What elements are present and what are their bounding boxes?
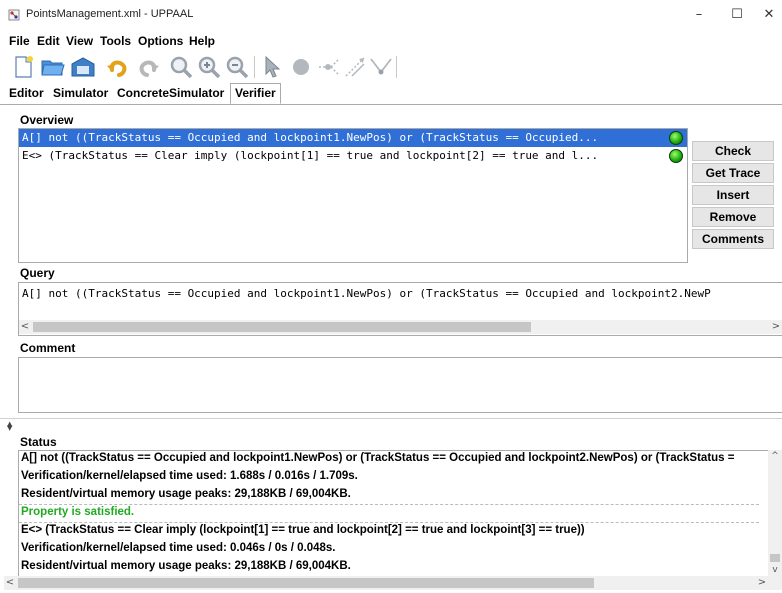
- zoom-icon[interactable]: [168, 54, 194, 80]
- scroll-right-icon[interactable]: >: [770, 320, 782, 334]
- status-separator: [19, 504, 759, 505]
- splitter-grip-icon[interactable]: ▲ ▼: [7, 421, 12, 432]
- location-icon[interactable]: [288, 54, 314, 80]
- query-horizontal-scrollbar[interactable]: < >: [19, 320, 782, 334]
- new-icon[interactable]: [10, 54, 36, 80]
- branch-icon[interactable]: [316, 54, 342, 80]
- comments-button[interactable]: Comments: [692, 229, 774, 249]
- query-list-item-text: A[] not ((TrackStatus == Occupied and lo…: [22, 131, 599, 144]
- scroll-up-icon[interactable]: ^: [768, 450, 782, 462]
- status-line: Resident/virtual memory usage peaks: 29,…: [21, 560, 351, 572]
- property-satisfied-text: Property is satisfied.: [21, 506, 135, 518]
- open-icon[interactable]: [40, 54, 66, 80]
- comment-title: Comment: [20, 341, 76, 355]
- zoom-in-icon[interactable]: [196, 54, 222, 80]
- tab-simulator[interactable]: Simulator: [53, 86, 108, 100]
- undo-icon[interactable]: [104, 54, 130, 80]
- status-separator: [19, 522, 759, 523]
- uppaal-app-icon: [8, 9, 20, 21]
- status-line: A[] not ((TrackStatus == Occupied and lo…: [21, 452, 735, 464]
- menu-options[interactable]: Options: [138, 34, 183, 48]
- query-list-item[interactable]: A[] not ((TrackStatus == Occupied and lo…: [19, 129, 687, 147]
- scrollbar-thumb[interactable]: [770, 554, 780, 562]
- menu-edit[interactable]: Edit: [37, 34, 60, 48]
- status-horizontal-scrollbar[interactable]: < >: [4, 576, 782, 590]
- tab-verifier[interactable]: Verifier: [230, 83, 281, 104]
- satisfied-status-icon: [669, 149, 683, 163]
- comment-editor[interactable]: [18, 357, 782, 413]
- get-trace-button[interactable]: Get Trace: [692, 163, 774, 183]
- query-list-item-text: E<> (TrackStatus == Clear imply (lockpoi…: [22, 149, 599, 162]
- zoom-out-icon[interactable]: [224, 54, 250, 80]
- scrollbar-thumb[interactable]: [18, 578, 594, 588]
- status-title: Status: [20, 435, 57, 449]
- menu-file[interactable]: File: [9, 34, 30, 48]
- scroll-down-icon[interactable]: v: [768, 564, 782, 576]
- tab-editor[interactable]: Editor: [9, 86, 44, 100]
- insert-button[interactable]: Insert: [692, 185, 774, 205]
- toolbar: [0, 52, 782, 82]
- menu-tools[interactable]: Tools: [100, 34, 131, 48]
- query-title: Query: [20, 266, 55, 280]
- minimize-button[interactable]: –: [680, 4, 718, 26]
- menu-help[interactable]: Help: [189, 34, 215, 48]
- window-title: PointsManagement.xml - UPPAAL: [26, 8, 194, 20]
- query-text: A[] not ((TrackStatus == Occupied and lo…: [22, 287, 711, 300]
- status-line: Verification/kernel/elapsed time used: 0…: [21, 542, 336, 554]
- check-button[interactable]: Check: [692, 141, 774, 161]
- save-icon[interactable]: [70, 54, 96, 80]
- status-vertical-scrollbar[interactable]: ^ v: [768, 450, 782, 576]
- select-icon[interactable]: [260, 54, 286, 80]
- status-log[interactable]: A[] not ((TrackStatus == Occupied and lo…: [18, 450, 782, 580]
- panel-splitter[interactable]: ▲ ▼: [0, 418, 782, 432]
- satisfied-status-icon: [669, 131, 683, 145]
- scroll-left-icon[interactable]: <: [19, 320, 31, 334]
- menu-view[interactable]: View: [66, 34, 93, 48]
- query-list-item[interactable]: E<> (TrackStatus == Clear imply (lockpoi…: [19, 147, 687, 165]
- scroll-right-icon[interactable]: >: [756, 576, 768, 590]
- query-list[interactable]: A[] not ((TrackStatus == Occupied and lo…: [18, 128, 688, 263]
- toolbar-divider: [396, 56, 397, 78]
- tab-bar: Editor Simulator ConcreteSimulator Verif…: [0, 83, 782, 105]
- scroll-left-icon[interactable]: <: [4, 576, 16, 590]
- edge-icon[interactable]: [342, 54, 368, 80]
- status-line: E<> (TrackStatus == Clear imply (lockpoi…: [21, 524, 585, 536]
- title-bar: PointsManagement.xml - UPPAAL – ☐ ✕: [0, 0, 782, 30]
- close-button[interactable]: ✕: [750, 4, 782, 26]
- tab-concrete-simulator[interactable]: ConcreteSimulator: [117, 86, 224, 100]
- redo-icon[interactable]: [136, 54, 162, 80]
- toolbar-divider: [254, 56, 255, 78]
- overview-title: Overview: [20, 113, 74, 127]
- nail-icon[interactable]: [368, 54, 394, 80]
- status-line: Verification/kernel/elapsed time used: 1…: [21, 470, 358, 482]
- remove-button[interactable]: Remove: [692, 207, 774, 227]
- status-line: Resident/virtual memory usage peaks: 29,…: [21, 488, 351, 500]
- scrollbar-thumb[interactable]: [33, 322, 531, 332]
